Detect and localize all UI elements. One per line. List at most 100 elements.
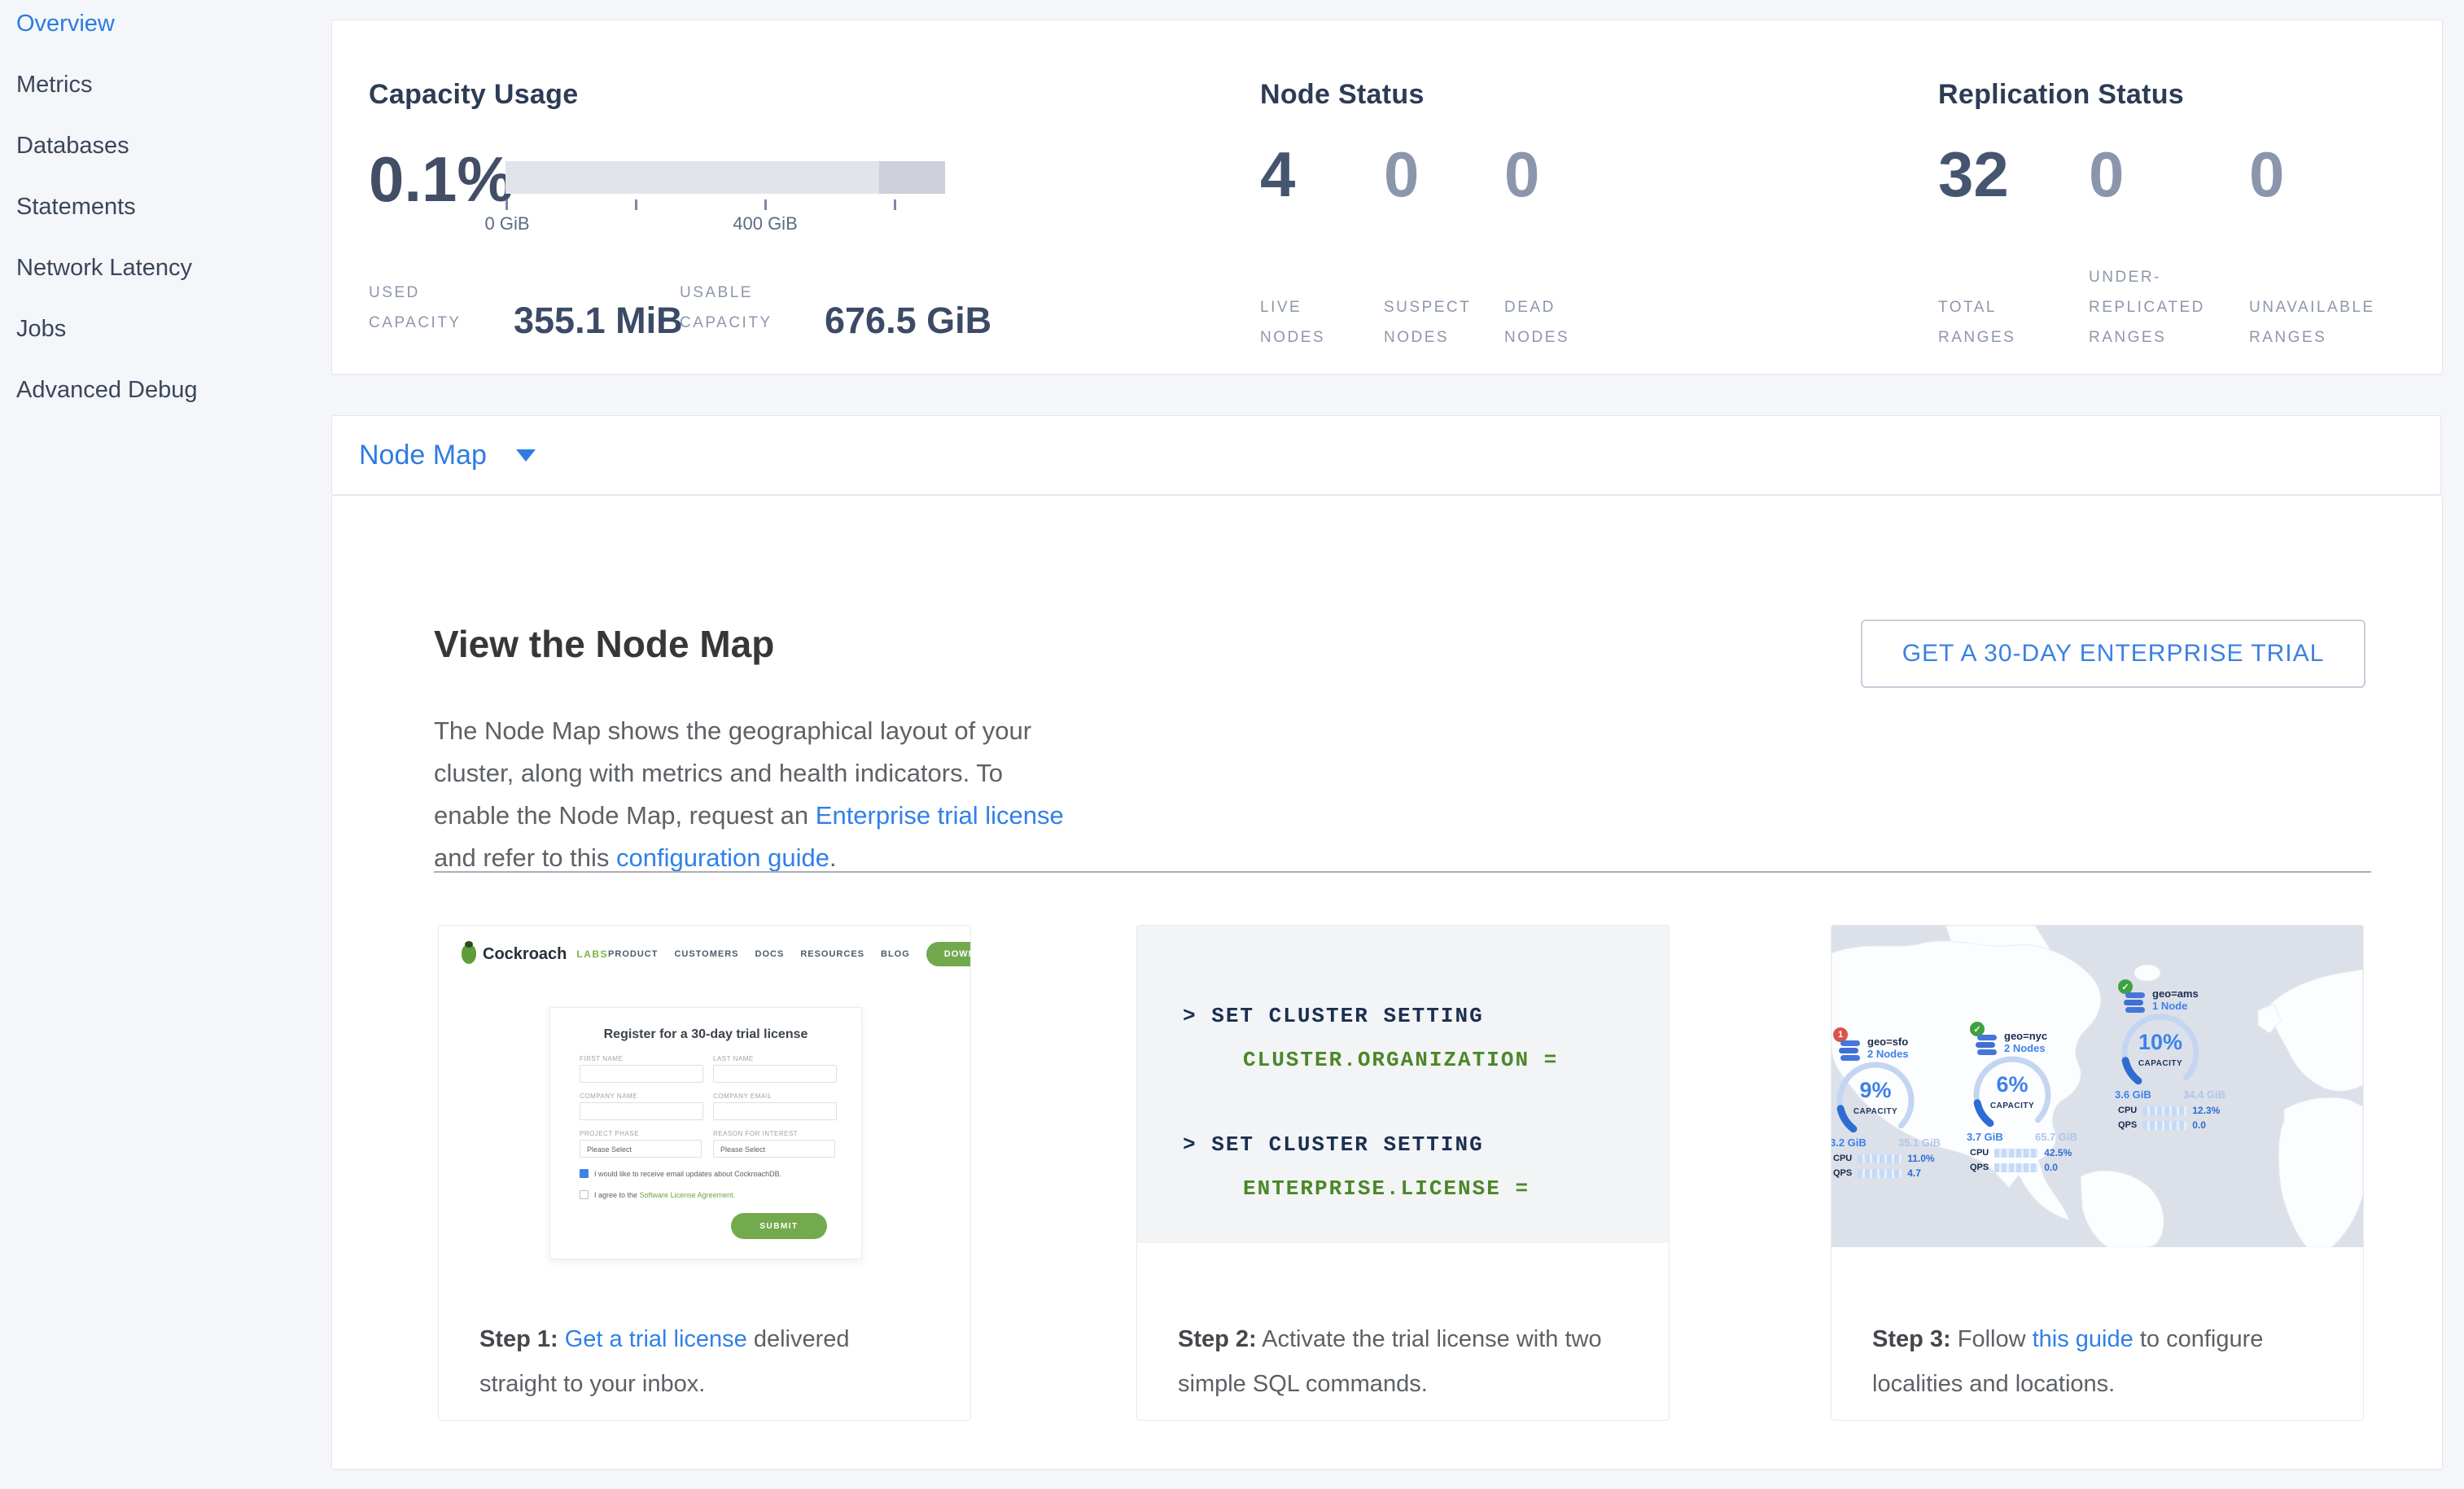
last-name-label: LAST NAME [713,1055,754,1062]
get-enterprise-trial-button[interactable]: GET A 30-DAY ENTERPRISE TRIAL [1861,620,2366,688]
view-mode-dropdown[interactable]: Node Map [331,415,2441,495]
nav-product: PRODUCT [608,949,658,959]
capacity-percent: 0.1% [369,147,514,211]
page-title: View the Node Map [434,622,774,666]
brand-name: Cockroach [483,945,567,964]
sidebar-item-statements[interactable]: Statements [0,188,331,226]
used-value: 3.2 GiB [1832,1136,1867,1149]
used-capacity-value: 355.1 MiB [514,304,683,338]
node-map-preview: 1 geo=sfo 2 Nodes 9% CAPACITY 3.2 GiB35.… [1832,926,2363,1247]
nav-docs: DOCS [755,949,785,959]
axis-tick-label-0: 0 GiB [484,213,529,234]
sidebar-item-network-latency[interactable]: Network Latency [0,249,331,287]
sidebar-item-overview[interactable]: Overview [0,5,331,43]
step-1-card: Cockroach LABS PRODUCT CUSTOMERS DOCS RE… [438,925,971,1421]
gauge-label: CAPACITY [1970,1101,2055,1110]
nav-customers: CUSTOMERS [674,949,738,959]
axis-tick [635,199,637,210]
axis-tick [505,199,508,210]
email-updates-text: I would like to receive email updates ab… [594,1170,781,1178]
total-value: 34.4 GiB [2183,1088,2225,1101]
form-title: Register for a 30-day trial license [550,1027,861,1042]
axis-tick [764,199,767,210]
first-name-label: FIRST NAME [580,1055,623,1062]
used-value: 3.7 GiB [1967,1131,2003,1143]
usable-capacity-stat: USABLE CAPACITY 676.5 GiB [680,278,991,338]
unavailable-ranges-stat: 0 UNAVAILABLE RANGES [2249,142,2284,353]
qps-sparkline [1994,1163,2038,1172]
locality-id: geo=nyc [2004,1030,2047,1042]
live-nodes-label: LIVE NODES [1260,292,1350,353]
last-name-field [713,1065,837,1083]
sidebar-item-advanced-debug[interactable]: Advanced Debug [0,371,331,409]
brand-suffix: LABS [576,948,608,960]
capacity-gauge: 6% CAPACITY [1970,1053,2055,1137]
replication-status-title: Replication Status [1938,79,2184,111]
cockroach-site-header: Cockroach LABS PRODUCT CUSTOMERS DOCS RE… [462,942,951,966]
db-console-overview-page: Overview Metrics Databases Statements Ne… [0,0,2464,1489]
license-agree-text: I agree to the Software License Agreemen… [594,1191,735,1199]
step-2-card: > SET CLUSTER SETTING CLUSTER.ORGANIZATI… [1136,925,1670,1421]
capacity-bar-usable-segment [505,161,879,194]
used-capacity-stat: USED CAPACITY 355.1 MiB [369,278,683,338]
nav-resources: RESOURCES [800,949,864,959]
site-nav: PRODUCT CUSTOMERS DOCS RESOURCES BLOG DO… [608,942,971,966]
company-email-field [713,1102,837,1120]
capacity-gauge: 10% CAPACITY [2118,1010,2203,1095]
reason-label: REASON FOR INTEREST [713,1130,798,1137]
qps-value: 0.0 [2192,1119,2206,1131]
used-capacity-label: USED CAPACITY [369,278,492,338]
sql-argument: CLUSTER.ORGANIZATION = [1243,1048,1558,1072]
cpu-sparkline [1994,1149,2038,1158]
this-guide-link[interactable]: this guide [2033,1326,2134,1352]
project-phase-label: PROJECT PHASE [580,1130,639,1137]
configuration-guide-link[interactable]: configuration guide [616,843,829,872]
first-name-field [580,1065,703,1083]
total-ranges-value: 32 [1938,142,2009,206]
total-ranges-label: TOTAL RANGES [1938,292,2044,353]
cockroach-bug-icon [462,944,476,964]
under-replicated-ranges-stat: 0 UNDER-REPLICATED RANGES [2089,142,2124,353]
trial-license-form: Register for a 30-day trial license FIRS… [549,1007,862,1259]
sql-commands-preview: > SET CLUSTER SETTING CLUSTER.ORGANIZATI… [1137,926,1669,1243]
live-nodes-stat: 4 LIVE NODES [1260,142,1295,353]
sidebar-item-databases[interactable]: Databases [0,127,331,165]
under-replicated-ranges-value: 0 [2089,142,2124,206]
gauge-label: CAPACITY [2118,1059,2203,1068]
company-name-field [580,1102,703,1120]
cpu-label: CPU [1970,1148,1989,1158]
qps-label: QPS [1970,1163,1989,1172]
enterprise-trial-license-link[interactable]: Enterprise trial license [816,801,1064,830]
suspect-nodes-value: 0 [1384,142,1419,206]
cluster-summary-card: Capacity Usage 0.1% 0 GiB 400 GiB USED C… [331,20,2443,374]
get-trial-license-link[interactable]: Get a trial license [565,1326,747,1352]
sidebar-item-metrics[interactable]: Metrics [0,66,331,104]
node-map-description: The Node Map shows the geographical layo… [434,710,1069,879]
node-status-title: Node Status [1260,79,1425,111]
submit-button: SUBMIT [731,1213,827,1239]
qps-label: QPS [2118,1120,2137,1130]
cpu-sparkline [1858,1154,1902,1163]
node-map-intro-section: View the Node Map The Node Map shows the… [331,495,2443,1469]
sidebar-item-jobs[interactable]: Jobs [0,310,331,348]
locality-id: geo=sfo [1867,1036,1909,1048]
cpu-label: CPU [2118,1106,2137,1115]
cpu-value: 42.5% [2044,1147,2072,1158]
capacity-usage-title: Capacity Usage [369,79,578,111]
view-mode-dropdown-label: Node Map [359,440,487,471]
used-value: 3.6 GiB [2115,1088,2151,1101]
email-updates-checkbox-row: I would like to receive email updates ab… [580,1169,781,1178]
dead-nodes-value: 0 [1504,142,1539,206]
chevron-down-icon [516,449,536,462]
project-phase-select: Please Select [580,1140,702,1158]
software-license-link: Software License Agreement. [640,1191,736,1199]
capacity-bar-reserved-segment [879,161,945,194]
license-agree-checkbox-row: I agree to the Software License Agreemen… [580,1190,735,1199]
qps-value: 0.0 [2044,1162,2058,1173]
cpu-label: CPU [1833,1154,1852,1163]
nav-blog: BLOG [881,949,910,959]
step-1-caption: Step 1: Get a trial license delivered st… [479,1317,923,1407]
dead-nodes-label: DEAD NODES [1504,292,1602,353]
description-text: . [829,843,837,872]
cpu-value: 11.0% [1907,1153,1934,1164]
